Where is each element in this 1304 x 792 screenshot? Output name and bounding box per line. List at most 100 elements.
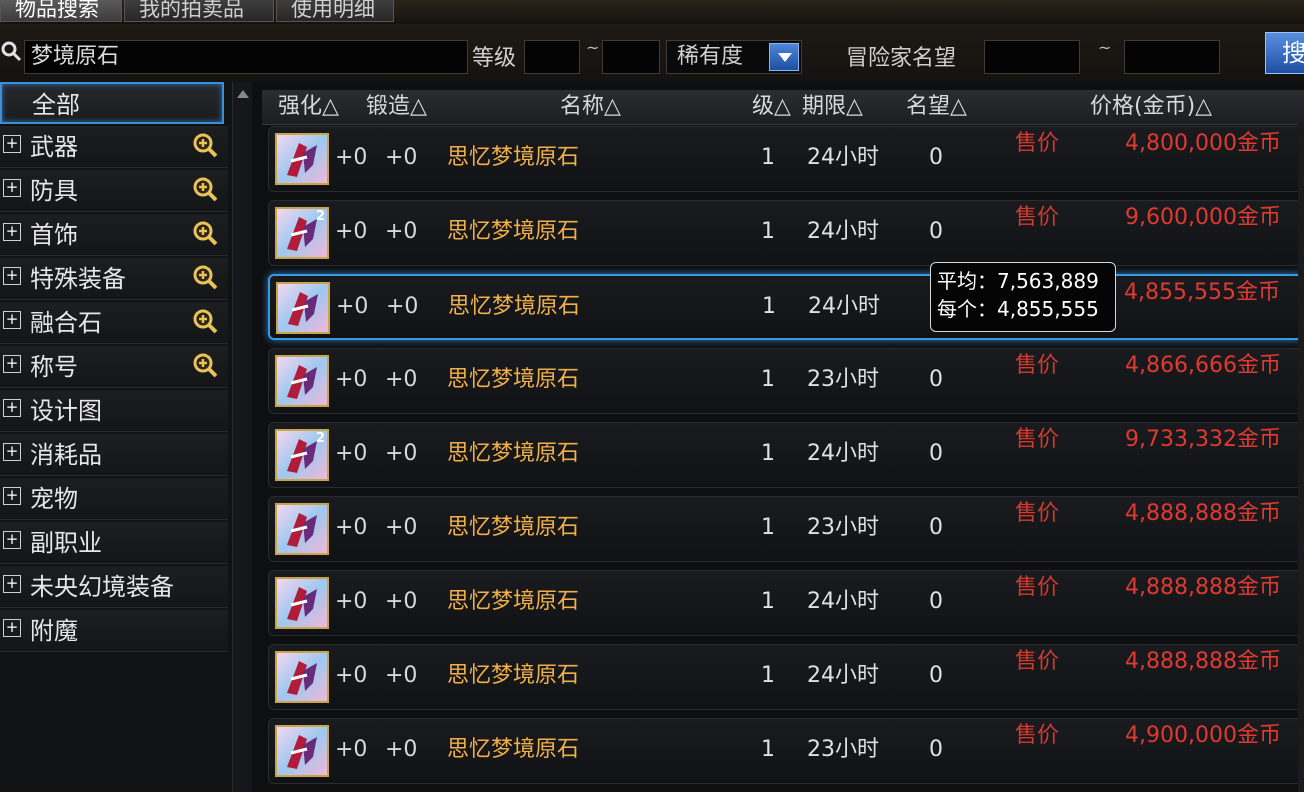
table-row[interactable]: +0 +0 思忆梦境原石 1 24小时 0 售价 4,888,888金币 [268,570,1304,636]
col-fame[interactable]: 名望△ [906,90,967,124]
sidebar-item-6[interactable]: + 称号 [0,346,228,388]
expand-icon[interactable]: + [3,355,21,373]
sidebar-item-2[interactable]: + 防具 [0,170,228,212]
tooltip-avg-value: 7,563,889 [997,269,1099,293]
expand-icon[interactable]: + [3,223,21,241]
sidebar-item-0[interactable]: 全部 [0,82,224,124]
fame-min-input[interactable] [984,40,1080,74]
forge-value: +0 [385,145,418,170]
col-level[interactable]: 级△ [752,90,791,124]
tab-usage-details[interactable]: 使用明细 [276,0,394,22]
tab-bar: 物品搜索 我的拍卖品 使用明细 [0,0,1304,24]
scroll-up-icon[interactable] [237,90,249,98]
table-row[interactable]: +0 +0 思忆梦境原石 1 24小时 4,855,555金币 [268,274,1304,340]
fame-max-input[interactable] [1124,40,1220,74]
sidebar-item-7[interactable]: + 设计图 [0,390,228,432]
tab-my-auctions[interactable]: 我的拍卖品 [124,0,274,22]
tab-item-search[interactable]: 物品搜索 [0,0,122,22]
sidebar-item-label: 称号 [30,353,78,381]
zoom-icon[interactable] [192,132,218,158]
zoom-icon[interactable] [192,176,218,202]
enhance-value: +0 [335,367,368,392]
item-name: 思忆梦境原石 [447,515,580,540]
tooltip-avg-label: 平均 [937,269,977,293]
zoom-icon[interactable] [192,308,218,334]
expand-icon[interactable]: + [3,575,21,593]
sidebar-item-4[interactable]: + 特殊装备 [0,258,228,300]
zoom-icon[interactable] [192,352,218,378]
expand-icon[interactable]: + [3,135,21,153]
enhance-value: +0 [336,294,369,319]
forge-value: +0 [385,219,418,244]
expand-icon[interactable]: + [3,267,21,285]
search-input[interactable]: 梦境原石 [24,40,468,74]
item-icon [275,133,329,185]
item-duration: 24小时 [808,294,880,319]
table-row[interactable]: 2 +0 +0 思忆梦境原石 1 24小时 0 售价 9,600,000金币 [268,200,1304,266]
search-button[interactable]: 搜 [1265,32,1304,74]
expand-icon[interactable]: + [3,619,21,637]
enhance-value: +0 [335,441,368,466]
col-price[interactable]: 价格(金币)△ [1090,90,1212,124]
sidebar-item-label: 副职业 [30,529,102,557]
item-fame: 0 [929,589,943,614]
level-min-input[interactable] [524,40,580,74]
chevron-down-icon[interactable] [769,43,799,71]
item-fame: 0 [929,663,943,688]
col-forge[interactable]: 锻造△ [366,90,427,124]
table-row[interactable]: +0 +0 思忆梦境原石 1 23小时 0 售价 4,866,666金币 [268,348,1304,414]
sidebar-item-8[interactable]: + 消耗品 [0,434,228,476]
rarity-dropdown[interactable]: 稀有度 [666,40,802,74]
sidebar-item-label: 未央幻境装备 [30,573,174,601]
forge-value: +0 [385,589,418,614]
zoom-icon[interactable] [192,264,218,290]
item-duration: 24小时 [807,219,879,244]
sidebar-item-label: 宠物 [30,485,78,513]
level-max-input[interactable] [602,40,660,74]
sidebar-item-1[interactable]: + 武器 [0,126,228,168]
item-price: 4,900,000金币 [1125,723,1281,748]
expand-icon[interactable]: + [3,531,21,549]
sidebar-scrollbar[interactable] [232,82,253,792]
expand-icon[interactable]: + [3,399,21,417]
item-name: 思忆梦境原石 [447,737,580,762]
table-row[interactable]: 2 +0 +0 思忆梦境原石 1 24小时 0 售价 9,733,332金币 [268,422,1304,488]
item-name: 思忆梦境原石 [447,589,580,614]
col-name[interactable]: 名称△ [560,90,621,124]
item-icon [275,355,329,407]
item-level: 1 [761,219,775,244]
expand-icon[interactable]: + [3,443,21,461]
item-icon: 2 [275,207,329,259]
rarity-label: 稀有度 [677,44,744,69]
table-row[interactable]: +0 +0 思忆梦境原石 1 24小时 0 售价 4,888,888金币 [268,644,1304,710]
item-fame: 0 [929,737,943,762]
sale-label: 售价 [1015,205,1060,230]
sidebar-item-9[interactable]: + 宠物 [0,478,228,520]
sidebar-item-10[interactable]: + 副职业 [0,522,228,564]
col-enhance[interactable]: 强化△ [278,90,339,124]
expand-icon[interactable]: + [3,487,21,505]
forge-value: +0 [386,294,419,319]
sale-label: 售价 [1015,427,1060,452]
item-price: 4,855,555金币 [1124,280,1280,305]
expand-icon[interactable]: + [3,179,21,197]
item-duration: 24小时 [807,589,879,614]
price-tooltip: 平均：7,563,889 每个：4,855,555 [930,262,1116,332]
sidebar-item-12[interactable]: + 附魔 [0,610,228,652]
forge-value: +0 [385,367,418,392]
sidebar-item-11[interactable]: + 未央幻境装备 [0,566,228,608]
item-name: 思忆梦境原石 [447,441,580,466]
col-duration[interactable]: 期限△ [802,90,863,124]
sidebar-item-label: 附魔 [30,617,78,645]
table-row[interactable]: +0 +0 思忆梦境原石 1 24小时 0 售价 4,800,000金币 [268,126,1304,192]
tooltip-separator: ： [977,269,997,293]
sidebar-item-5[interactable]: + 融合石 [0,302,228,344]
sidebar-item-label: 消耗品 [30,441,102,469]
zoom-icon[interactable] [192,220,218,246]
expand-icon[interactable]: + [3,311,21,329]
item-fame: 0 [929,441,943,466]
table-row[interactable]: +0 +0 思忆梦境原石 1 23小时 0 售价 4,900,000金币 [268,718,1304,784]
results-scrollbar[interactable] [1298,124,1304,792]
table-row[interactable]: +0 +0 思忆梦境原石 1 23小时 0 售价 4,888,888金币 [268,496,1304,562]
sidebar-item-3[interactable]: + 首饰 [0,214,228,256]
